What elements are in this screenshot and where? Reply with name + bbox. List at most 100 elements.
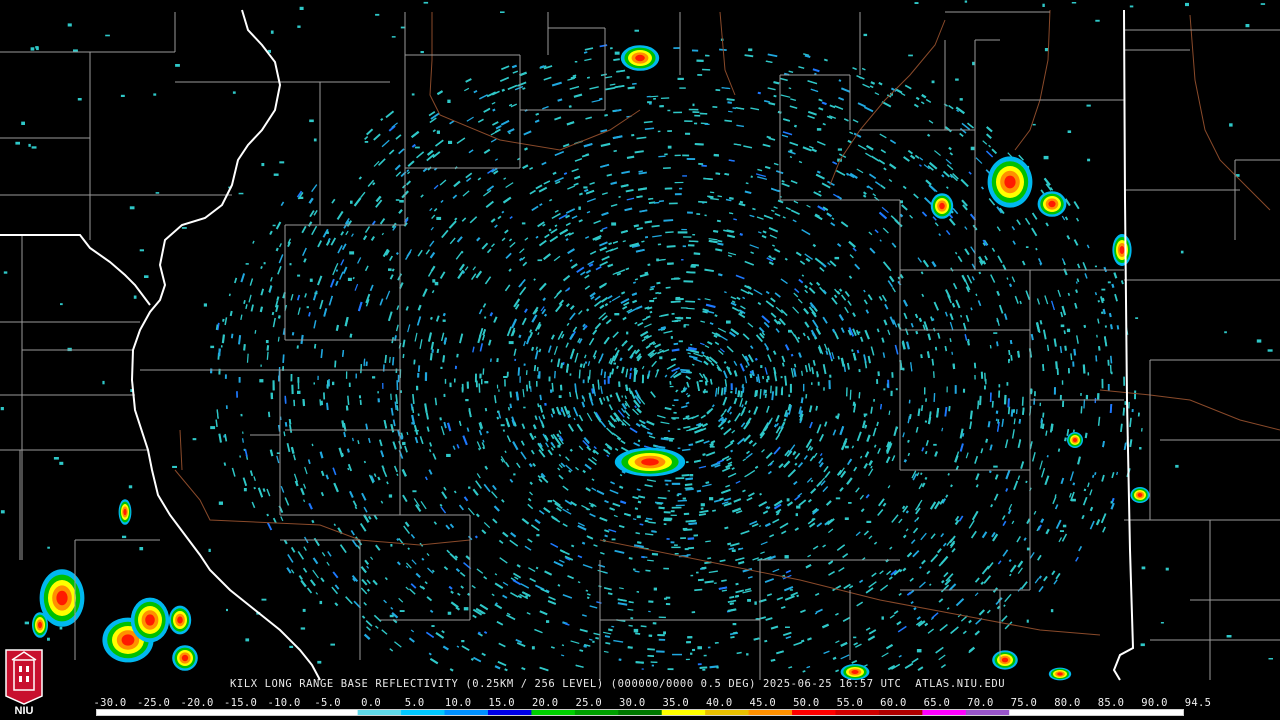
clutter-echo [683,512,690,516]
colorbar-tick-label: 55.0 [836,697,864,709]
clutter-echo [632,568,636,571]
clutter-echo [73,49,78,52]
clutter-echo [709,497,714,501]
clutter-echo [665,483,669,486]
clutter-echo [663,631,666,635]
clutter-echo [232,91,236,94]
clutter-echo [297,274,301,277]
clutter-echo [984,385,986,390]
clutter-echo [705,54,710,57]
colorbar-tick-label: 45.0 [749,697,777,709]
clutter-echo [319,600,323,605]
clutter-echo [1071,2,1077,4]
storm-cell [1037,191,1067,217]
clutter-echo [676,494,679,497]
clutter-echo [1097,393,1100,400]
clutter-echo [663,437,669,439]
radar-site-marker [673,378,685,390]
clutter-echo [716,666,719,669]
clutter-echo [955,78,959,81]
clutter-echo [890,390,893,397]
colorbar-tick-label: 70.0 [967,697,994,709]
clutter-echo [731,549,736,552]
clutter-echo [536,534,540,537]
clutter-echo [449,382,452,388]
clutter-echo [614,51,620,55]
clutter-echo [1134,390,1137,400]
clutter-echo [730,383,733,391]
clutter-echo [780,376,783,379]
clutter-echo [1129,5,1134,8]
clutter-echo [674,193,682,196]
clutter-echo [420,51,424,54]
clutter-echo [853,636,857,639]
clutter-echo [993,465,998,468]
clutter-echo [1185,2,1189,7]
clutter-echo [648,610,651,613]
clutter-echo [1180,250,1184,254]
colorbar-tick-label: 50.0 [793,697,820,709]
clutter-echo [671,546,681,549]
clutter-echo [1101,378,1104,389]
clutter-echo [1175,464,1179,468]
clutter-echo [970,146,975,151]
clutter-echo [330,643,335,646]
clutter-echo [210,368,213,374]
clutter-echo [326,231,329,234]
clutter-echo [443,393,446,398]
clutter-echo [666,538,670,540]
clutter-echo [683,324,686,328]
storm-cell [118,499,132,525]
clutter-echo [28,143,31,147]
colorbar-tick-labels: -30.0 -25.0 -20.0 -15.0 -10.0 -5.0 0.0 5.0 10.0 1… [93,697,1211,709]
clutter-echo [210,426,216,430]
clutter-echo [0,510,5,514]
clutter-echo [60,303,63,306]
clutter-echo [611,222,617,226]
clutter-echo [676,317,684,320]
clutter-echo [667,130,672,132]
clutter-echo [569,373,572,376]
clutter-echo [995,410,999,414]
clutter-echo [587,376,590,383]
clutter-echo [933,443,937,446]
clutter-echo [1131,408,1134,413]
clutter-echo [663,511,671,514]
clutter-echo [306,306,309,309]
clutter-echo [636,515,641,519]
clutter-echo [1123,376,1126,386]
clutter-echo [314,292,318,295]
colorbar-segment [661,710,706,715]
clutter-echo [496,384,499,389]
clutter-echo [260,364,262,367]
colorbar-segment [748,710,793,715]
colorbar-tick-label: 20.0 [531,697,559,709]
clutter-echo [691,49,699,52]
clutter-echo [389,614,394,618]
colorbar-segment [574,710,619,715]
colorbar-segment [401,710,446,715]
clutter-echo [773,257,776,260]
clutter-echo [521,222,526,225]
clutter-echo [924,420,928,423]
clutter-echo [688,108,699,111]
clutter-echo [796,505,801,509]
clutter-echo [1066,328,1071,333]
clutter-echo [663,567,669,570]
colorbar-tick-label: 85.0 [1097,697,1125,709]
clutter-echo [1087,158,1091,162]
clutter-echo [664,153,668,156]
clutter-echo [355,373,357,379]
clutter-echo [848,502,852,504]
clutter-echo [448,140,453,144]
clutter-echo [786,498,790,502]
clutter-echo [377,391,379,394]
clutter-echo [1110,371,1113,375]
clutter-echo [649,300,655,303]
radar-map [0,0,1280,720]
clutter-echo [683,280,694,283]
clutter-echo [674,553,679,555]
clutter-echo [690,652,693,655]
clutter-echo [626,76,630,79]
colorbar-tick-label: -15.0 [223,697,258,709]
